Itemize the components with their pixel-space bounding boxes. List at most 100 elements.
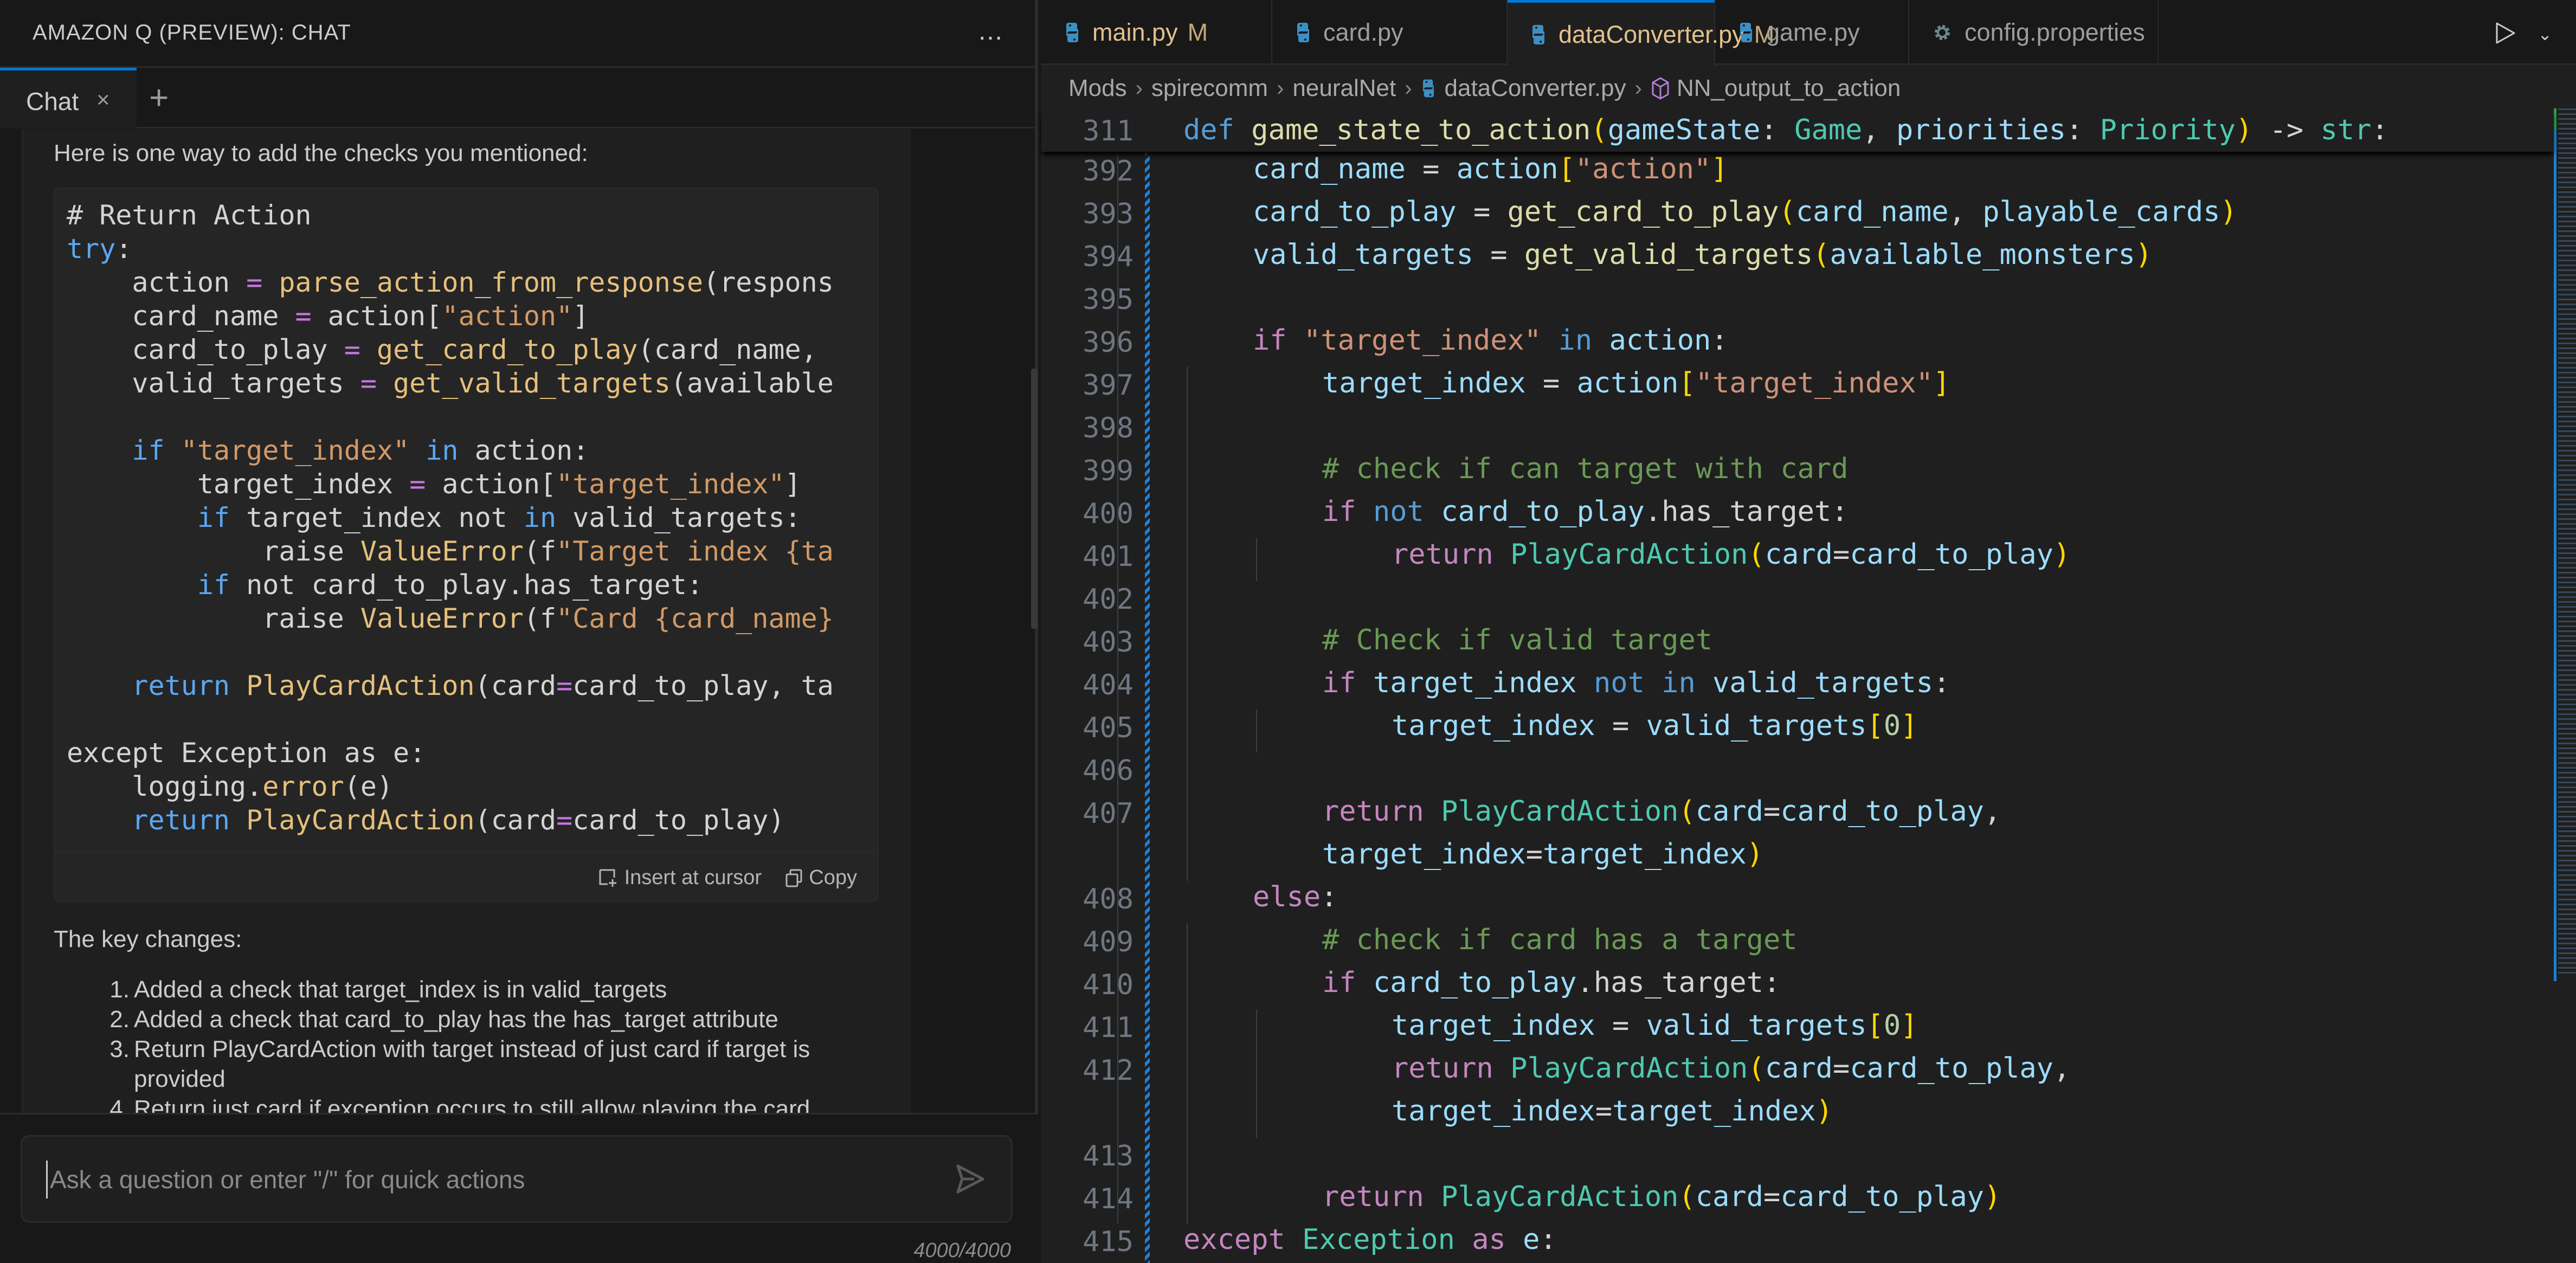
sticky-scroll-header[interactable]: 311 def game_state_to_action(gameState: … xyxy=(1041,108,2554,152)
code-token: ] xyxy=(784,468,801,500)
code-token: card_name xyxy=(1795,196,1949,228)
code-block-line: raise ValueError(f"Target index {ta xyxy=(67,534,834,568)
code-line[interactable]: if "target_index" in action: xyxy=(1253,324,1728,357)
code-token: raise xyxy=(67,536,360,567)
code-token: = xyxy=(246,267,263,298)
code-token: if xyxy=(132,435,165,466)
code-token: = xyxy=(1763,795,1781,828)
breadcrumb-item[interactable]: neuralNet xyxy=(1292,75,1396,102)
tab-main-py[interactable]: main.py M xyxy=(1041,0,1272,65)
code-token: = xyxy=(1595,1095,1612,1127)
code-token: # check if can target with card xyxy=(1322,453,1849,485)
code-line[interactable]: except Exception as e: xyxy=(1183,1223,1557,1256)
tab-dataConverter-py[interactable]: dataConverter.py M xyxy=(1508,0,1774,67)
code-token: target_index xyxy=(1322,838,1526,871)
code-block-line: logging.error(e) xyxy=(67,770,834,803)
breadcrumb-item[interactable]: Mods xyxy=(1068,75,1127,102)
code-line[interactable]: return PlayCardAction(card=card_to_play, xyxy=(1392,1052,2070,1085)
code-token: card_to_play xyxy=(1373,966,1577,999)
code-line[interactable]: return PlayCardAction(card=card_to_play) xyxy=(1322,1181,2001,1213)
code-token: card_to_play) xyxy=(572,804,785,836)
tab-card-py[interactable]: card.py xyxy=(1272,0,1508,65)
chat-scrollbar[interactable] xyxy=(1031,369,1038,629)
code-line[interactable]: # check if can target with card xyxy=(1322,453,1849,485)
code-line[interactable]: # Check if valid target xyxy=(1322,624,1712,656)
code-line[interactable]: target_index = valid_targets[0] xyxy=(1392,1009,1918,1042)
code-token: if xyxy=(1253,324,1287,357)
code-line[interactable]: card_to_play = get_card_to_play(card_nam… xyxy=(1253,196,2237,228)
chat-prompt-input[interactable] xyxy=(46,1161,913,1198)
indent-guide xyxy=(1187,966,1188,1009)
python-icon xyxy=(1297,23,1309,42)
code-line[interactable]: def game_state_to_action(gameState: Game… xyxy=(1183,114,2388,146)
editor-tab-bar: ⌄ main.py Mcard.py dataConverter.py Mgame.p… xyxy=(1041,0,2576,67)
code-token: playable_cards xyxy=(1982,196,2220,228)
code-line[interactable]: if target_index not in valid_targets: xyxy=(1322,667,1950,699)
code-line[interactable]: if not card_to_play.has_target: xyxy=(1322,495,1849,528)
breadcrumb-item[interactable]: dataConverter.py xyxy=(1421,75,1626,102)
close-icon[interactable]: × xyxy=(96,87,110,113)
more-actions-icon[interactable]: … xyxy=(977,16,1004,46)
indent-guide xyxy=(1187,581,1188,624)
minimap[interactable] xyxy=(2554,108,2576,981)
code-token: target_index not xyxy=(230,502,524,533)
code-token: = xyxy=(1595,1009,1646,1042)
code-line[interactable]: target_index = action["target_index"] xyxy=(1322,367,1950,399)
code-line[interactable]: target_index = valid_targets[0] xyxy=(1392,710,1918,742)
tab-config-properties[interactable]: config.properties xyxy=(1909,0,2159,65)
line-number: 411 xyxy=(1083,1011,1134,1044)
code-token: action xyxy=(1609,324,1711,357)
code-token: (f xyxy=(523,603,557,634)
breadcrumb-item[interactable]: NN_output_to_action xyxy=(1651,75,1901,102)
code-block-line: if not card_to_play.has_target: xyxy=(67,568,834,602)
code-block-content: # Return Action try: action = parse_actio… xyxy=(67,198,834,837)
chat-input-area: 4000/4000 xyxy=(0,1113,1038,1263)
copy-button[interactable]: Copy xyxy=(785,866,857,890)
code-token: ) xyxy=(1746,838,1763,871)
code-token: = xyxy=(556,670,573,701)
code-line[interactable]: # check if card has a target xyxy=(1322,924,1798,956)
git-status-badge: M xyxy=(1187,18,1208,46)
send-icon[interactable] xyxy=(952,1162,987,1196)
code-line[interactable]: target_index=target_index) xyxy=(1392,1095,1833,1127)
tab-chat[interactable]: Chat × xyxy=(0,68,137,128)
amazon-q-chat-panel: AMAZON Q (PREVIEW): CHAT … Chat × + Here… xyxy=(0,0,1038,1263)
code-token: , xyxy=(1862,114,1896,146)
tab-game-py[interactable]: game.py xyxy=(1715,0,1909,65)
code-token: , xyxy=(1984,795,2001,828)
git-modified-indicator[interactable] xyxy=(1145,152,1150,1263)
code-token: action xyxy=(1576,367,1679,399)
code-lines[interactable]: 392 card_name = action["action"] 393 card_t… xyxy=(1041,152,2554,1263)
indent-guide xyxy=(1117,196,1118,239)
breadcrumb-item[interactable]: spirecomm xyxy=(1151,75,1268,102)
code-line[interactable]: target_index=target_index) xyxy=(1322,838,1763,871)
code-line[interactable]: if card_to_play.has_target: xyxy=(1322,966,1780,999)
code-token: return xyxy=(1392,538,1493,571)
chevron-down-icon[interactable]: ⌄ xyxy=(2538,24,2552,44)
code-token: PlayCardAction xyxy=(1441,1181,1679,1213)
code-line[interactable]: card_name = action["action"] xyxy=(1253,153,1728,185)
code-token: def xyxy=(1183,114,1234,146)
indent-guide xyxy=(1187,367,1188,410)
code-line[interactable]: return PlayCardAction(card=card_to_play, xyxy=(1322,795,2001,828)
code-token: e xyxy=(1523,1223,1540,1256)
code-token: valid_targets xyxy=(1253,239,1473,271)
insert-at-cursor-button[interactable]: Insert at cursor xyxy=(598,866,762,890)
code-token: card_to_play xyxy=(1780,795,1984,828)
panel-title: AMAZON Q (PREVIEW): CHAT xyxy=(33,21,351,44)
indent-guide xyxy=(1256,1095,1257,1138)
code-token: action xyxy=(67,267,247,298)
line-number: 399 xyxy=(1083,455,1134,487)
add-tab-icon[interactable]: + xyxy=(149,79,169,117)
code-token: return xyxy=(1322,795,1424,828)
code-line[interactable]: valid_targets = get_valid_targets(availa… xyxy=(1253,239,2152,271)
code-token: as xyxy=(1472,1223,1506,1256)
code-line[interactable]: return PlayCardAction(card=card_to_play) xyxy=(1392,538,2070,571)
line-number: 405 xyxy=(1083,712,1134,744)
run-icon[interactable] xyxy=(2495,22,2516,44)
code-line[interactable]: else: xyxy=(1253,881,1338,913)
